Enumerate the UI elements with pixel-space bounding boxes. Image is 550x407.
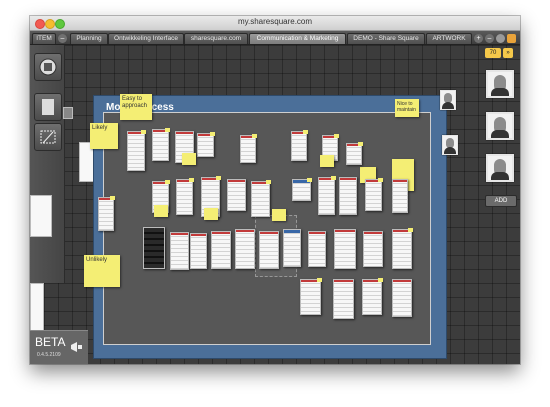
screenshot-card[interactable] bbox=[227, 179, 246, 211]
tab-demo-share-square[interactable]: DEMO - Share Square bbox=[347, 33, 425, 44]
screenshot-card[interactable] bbox=[318, 176, 336, 215]
window-title: my.sharesquare.com bbox=[237, 17, 313, 26]
member-avatar[interactable] bbox=[486, 112, 514, 140]
screenshot-card[interactable] bbox=[283, 229, 301, 267]
canvas-area[interactable]: Mobile access Easy to approach Likely Un… bbox=[30, 45, 520, 364]
sticky-note[interactable]: Easy to approach bbox=[120, 94, 152, 120]
tab-artwork[interactable]: ARTWORK bbox=[426, 33, 472, 44]
member-counter[interactable]: 70 bbox=[485, 48, 501, 58]
exit-icon[interactable] bbox=[507, 34, 516, 43]
screenshot-card[interactable] bbox=[334, 229, 356, 269]
screenshot-card[interactable] bbox=[98, 196, 115, 231]
screenshot-card[interactable] bbox=[176, 178, 194, 215]
sticky-note[interactable] bbox=[320, 155, 334, 167]
screenshot-card[interactable] bbox=[235, 229, 255, 269]
counter-arrow-button[interactable]: » bbox=[503, 48, 513, 58]
screenshot-card[interactable] bbox=[251, 180, 271, 217]
tab-ontwikkeling-interface[interactable]: Ontwikkeling Interface bbox=[108, 33, 184, 44]
screenshot-card[interactable] bbox=[143, 227, 165, 269]
screenshot-card[interactable] bbox=[392, 179, 408, 213]
beta-label: BETA bbox=[35, 335, 66, 349]
mini-card bbox=[63, 107, 73, 119]
screenshot-card[interactable] bbox=[339, 177, 357, 215]
tab-planning[interactable]: Planning bbox=[70, 33, 108, 44]
add-tab-button[interactable]: + bbox=[474, 34, 483, 43]
version-label: 0.4.5.2109 bbox=[37, 352, 61, 358]
screenshot-card[interactable] bbox=[211, 231, 231, 269]
screenshot-card[interactable] bbox=[362, 278, 383, 315]
sticky-note[interactable]: Unlikely bbox=[84, 255, 120, 287]
screenshot-card[interactable] bbox=[363, 231, 383, 267]
screenshot-card[interactable] bbox=[259, 231, 279, 269]
tab-communication-marketing[interactable]: Communication & Marketing bbox=[249, 33, 346, 44]
tab-sharesquare[interactable]: sharesquare.com bbox=[184, 33, 248, 44]
logo-button[interactable] bbox=[34, 53, 62, 81]
collaborator-avatar[interactable] bbox=[440, 90, 456, 110]
left-toolbar bbox=[30, 45, 65, 283]
remove-tab-button[interactable]: – bbox=[485, 34, 494, 43]
board-tab-bar: ITEM – Planning Ontwikkeling Interface s… bbox=[30, 31, 520, 45]
megaphone-icon[interactable] bbox=[70, 341, 84, 353]
beta-badge: BETA 0.4.5.2109 bbox=[30, 330, 88, 364]
settings-icon[interactable] bbox=[496, 34, 505, 43]
screenshot-card[interactable] bbox=[346, 142, 363, 165]
add-member-button[interactable]: ADD bbox=[485, 195, 517, 207]
screenshot-card[interactable] bbox=[333, 279, 354, 319]
tab-item[interactable]: ITEM bbox=[32, 33, 56, 44]
side-page bbox=[30, 195, 52, 237]
sharesquare-logo-icon bbox=[39, 58, 57, 76]
screenshot-card[interactable] bbox=[365, 178, 383, 211]
screenshot-card[interactable] bbox=[197, 132, 215, 157]
title-bar: my.sharesquare.com bbox=[30, 16, 520, 31]
collaborator-avatar[interactable] bbox=[442, 135, 458, 155]
screenshot-card[interactable] bbox=[291, 130, 308, 161]
screenshot-card[interactable] bbox=[152, 128, 170, 161]
sticky-note[interactable] bbox=[204, 208, 218, 220]
crop-tool-button[interactable] bbox=[34, 123, 62, 151]
screenshot-card[interactable] bbox=[308, 231, 326, 267]
member-avatar[interactable] bbox=[486, 154, 514, 182]
sticky-note[interactable] bbox=[182, 153, 196, 165]
sticky-note[interactable]: Likely bbox=[90, 123, 118, 149]
screenshot-card[interactable] bbox=[392, 228, 413, 269]
screenshot-card[interactable] bbox=[292, 178, 312, 201]
screenshot-card[interactable] bbox=[170, 232, 189, 270]
sticky-note[interactable] bbox=[272, 209, 286, 221]
screenshot-card[interactable] bbox=[392, 279, 412, 317]
screenshot-card[interactable] bbox=[127, 130, 146, 171]
sticky-note[interactable] bbox=[154, 205, 168, 217]
crop-icon bbox=[40, 130, 56, 144]
sticky-note[interactable]: Nice to maintain bbox=[395, 99, 419, 117]
member-avatar[interactable] bbox=[486, 70, 514, 98]
screenshot-card[interactable] bbox=[300, 278, 322, 315]
add-page-button[interactable] bbox=[34, 93, 62, 121]
tab-close-button[interactable]: – bbox=[58, 34, 67, 43]
page-icon bbox=[42, 99, 54, 115]
browser-window: my.sharesquare.com ITEM – Planning Ontwi… bbox=[30, 16, 520, 364]
screenshot-card[interactable] bbox=[240, 134, 257, 163]
screenshot-card[interactable] bbox=[190, 233, 207, 269]
